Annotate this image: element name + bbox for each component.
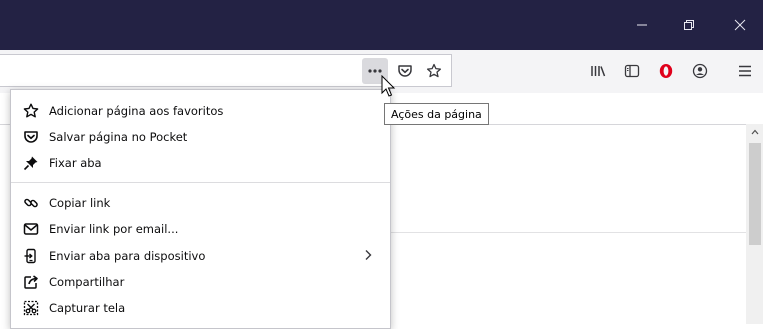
star-icon (23, 103, 39, 119)
bookmark-star-button[interactable] (421, 58, 447, 84)
app-menu-button[interactable] (732, 58, 758, 84)
menu-item-email-link[interactable]: Enviar link por email... (11, 217, 390, 240)
scrollbar-thumb[interactable] (749, 143, 761, 245)
menu-item-save-to-pocket[interactable]: Salvar página no Pocket (11, 125, 390, 148)
menu-item-take-screenshot[interactable]: Capturar tela (11, 296, 390, 319)
menu-item-label: Fixar aba (49, 155, 102, 170)
device-icon (23, 248, 39, 264)
close-button[interactable] (719, 0, 761, 50)
menu-item-label: Copiar link (49, 195, 111, 210)
page-divider (391, 232, 746, 233)
opera-icon (659, 64, 673, 78)
menu-item-label: Compartilhar (49, 274, 125, 289)
restore-icon (684, 20, 694, 30)
page-actions-tooltip: Ações da página (384, 103, 489, 125)
pocket-icon (398, 65, 412, 77)
menu-separator (11, 182, 390, 183)
mouse-cursor-icon (381, 75, 396, 97)
chevron-right-icon (362, 248, 374, 262)
library-icon (591, 66, 606, 77)
sidebar-button[interactable] (619, 58, 645, 84)
menu-item-bookmark[interactable]: Adicionar página aos favoritos (11, 99, 390, 122)
restore-button[interactable] (668, 0, 710, 50)
account-icon (692, 63, 708, 79)
mail-icon (23, 221, 39, 237)
link-icon (23, 195, 39, 211)
menu-item-label: Adicionar página aos favoritos (49, 103, 224, 118)
scroll-up-arrow-icon[interactable] (747, 124, 763, 140)
account-button[interactable] (687, 58, 713, 84)
menu-item-send-tab-to-device[interactable]: Enviar aba para dispositivo (11, 244, 390, 267)
menu-item-share[interactable]: Compartilhar (11, 270, 390, 293)
menu-item-label: Enviar aba para dispositivo (49, 248, 206, 263)
screenshot-icon (23, 300, 39, 316)
opera-extension-button[interactable] (653, 58, 679, 84)
pin-icon (23, 155, 39, 171)
library-button[interactable] (585, 58, 611, 84)
star-icon (426, 63, 442, 78)
minimize-button[interactable] (621, 0, 663, 50)
close-icon (734, 19, 746, 31)
menu-item-label: Enviar link por email... (49, 221, 179, 236)
minimize-icon (637, 24, 647, 26)
hamburger-menu-icon (739, 65, 751, 77)
menu-item-copy-link[interactable]: Copiar link (11, 191, 390, 214)
menu-item-label: Salvar página no Pocket (49, 129, 188, 144)
pocket-icon (23, 129, 39, 145)
menu-item-label: Capturar tela (49, 300, 126, 315)
menu-item-pin-tab[interactable]: Fixar aba (11, 151, 390, 174)
sidebar-icon (624, 64, 640, 78)
share-icon (23, 274, 39, 290)
